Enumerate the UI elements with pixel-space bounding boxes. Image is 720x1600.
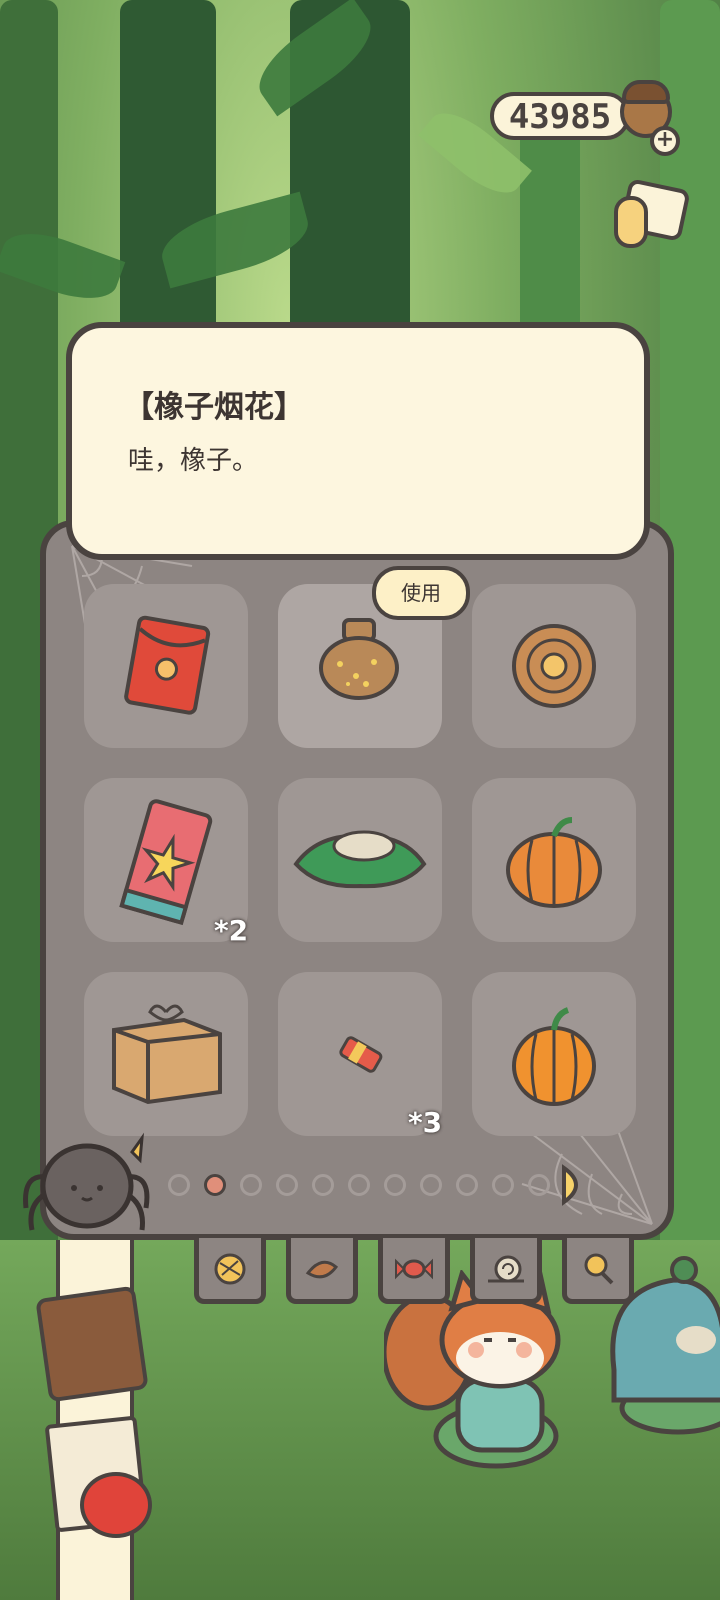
page-dot[interactable]	[312, 1174, 334, 1196]
tab-yarn[interactable]	[194, 1238, 266, 1304]
page-dot[interactable]	[240, 1174, 262, 1196]
acorn-cap-icon	[622, 80, 670, 104]
pumpkin-icon	[506, 817, 602, 908]
green-wrap-icon	[293, 830, 427, 889]
cardboard-box-icon	[112, 1004, 222, 1105]
inventory-slot-spiral-cookie[interactable]	[472, 584, 636, 748]
inventory-slot-red-envelope[interactable]	[84, 584, 248, 748]
page-dot[interactable]	[420, 1174, 442, 1196]
use-button[interactable]: 使用	[372, 566, 470, 620]
tab-leaf[interactable]	[286, 1238, 358, 1304]
page-dot[interactable]	[456, 1174, 478, 1196]
currency-amount: 43985	[508, 97, 612, 137]
task-card-button[interactable]	[614, 178, 691, 252]
spider-character	[23, 1132, 150, 1231]
spiral-cookie-icon	[512, 624, 596, 708]
page-dot[interactable]	[528, 1174, 550, 1196]
candy-icon	[395, 1258, 433, 1279]
inventory-slot-cardboard-box[interactable]	[84, 972, 248, 1136]
magnifier-icon	[584, 1253, 614, 1284]
add-currency-button[interactable]: +	[650, 126, 680, 156]
snail-icon	[488, 1255, 524, 1282]
page-dot[interactable]	[492, 1174, 514, 1196]
inventory-slot-pumpkin[interactable]	[472, 778, 636, 942]
notebook-icon[interactable]	[35, 1285, 149, 1403]
page-dot[interactable]	[348, 1174, 370, 1196]
hand-icon	[614, 196, 648, 248]
item-description: 哇，橡子。	[128, 446, 259, 476]
inventory-slot-green-bundle[interactable]	[278, 778, 442, 942]
tab-candy[interactable]	[378, 1238, 450, 1304]
tab-snail[interactable]	[470, 1238, 542, 1304]
pumpkin-icon	[512, 1007, 596, 1106]
inventory-slot-pumpkin-orange[interactable]	[472, 972, 636, 1136]
page-dot-active[interactable]	[204, 1174, 226, 1196]
acorn-currency[interactable]: 43985 +	[490, 80, 680, 156]
item-description-dialog: 【橡子烟花】 哇，橡子。	[66, 322, 650, 560]
leaf-icon	[305, 1260, 339, 1278]
page-dot[interactable]	[276, 1174, 298, 1196]
tab-search[interactable]	[562, 1238, 634, 1304]
page-dot[interactable]	[384, 1174, 406, 1196]
next-page-arrow-icon[interactable]	[558, 1164, 592, 1206]
yarn-ball-icon	[214, 1253, 246, 1284]
page-dot[interactable]	[168, 1174, 190, 1196]
item-quantity: *3	[408, 1106, 443, 1139]
item-name: 【橡子烟花】	[124, 390, 304, 425]
red-envelope-icon	[124, 615, 211, 715]
apple-icon[interactable]	[80, 1472, 152, 1538]
item-quantity: *2	[214, 914, 249, 947]
currency-pill: 43985	[490, 92, 630, 140]
